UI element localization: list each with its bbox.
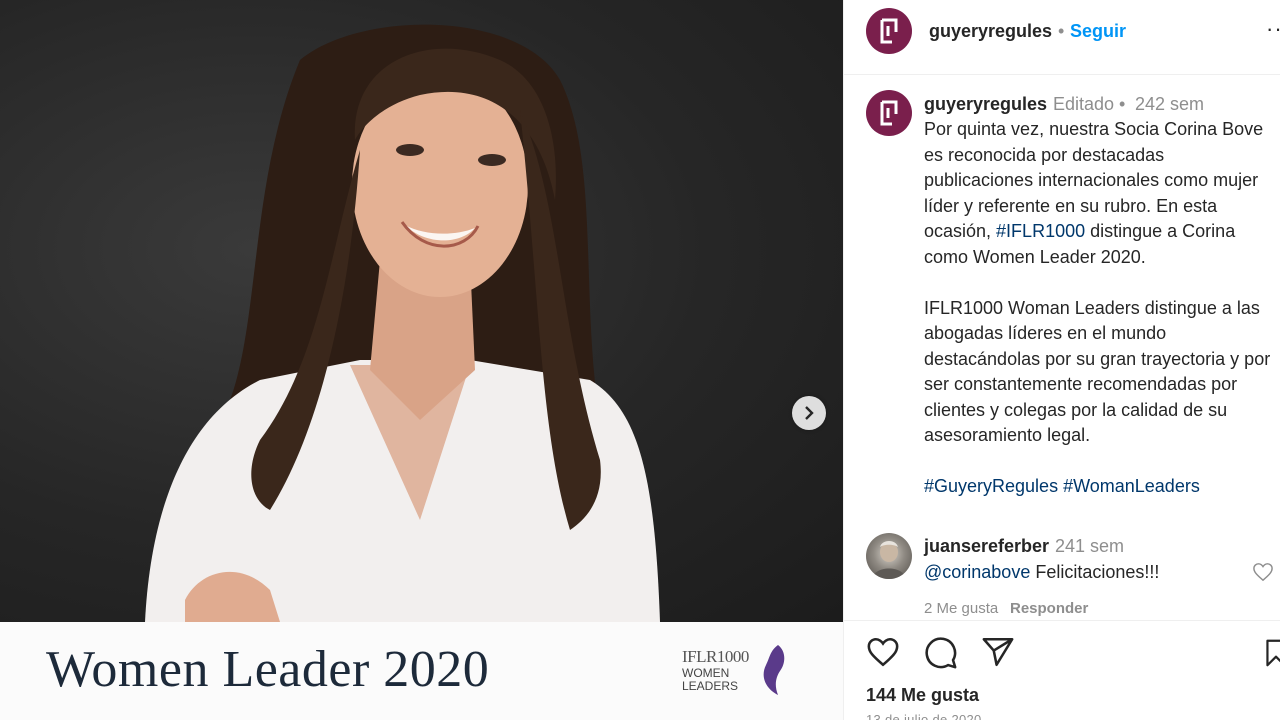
- post-photo: [0, 0, 843, 622]
- comment-username[interactable]: juansereferber: [924, 536, 1049, 557]
- edited-label: Editado •: [1053, 94, 1126, 114]
- person-photo: [872, 541, 906, 579]
- reply-button[interactable]: Responder: [1010, 600, 1088, 617]
- post-header: guyeryregules • Seguir ···: [844, 0, 1280, 75]
- caption-avatar[interactable]: [866, 90, 912, 136]
- save-bookmark-icon[interactable]: [1265, 636, 1280, 670]
- post-likes-count[interactable]: 144 Me gusta: [866, 685, 979, 706]
- header-username[interactable]: guyeryregules: [929, 21, 1052, 42]
- hashtag-link[interactable]: #IFLR1000: [996, 221, 1085, 241]
- post-date: 13 de julio de 2020: [866, 712, 982, 720]
- portrait-illustration: [145, 24, 660, 622]
- post-side-panel: guyeryregules • Seguir ··· guyeryregules…: [843, 0, 1280, 720]
- caption-text: Por quinta vez, nuestra Socia Corina Bov…: [924, 117, 1272, 525]
- more-options-icon[interactable]: ···: [1266, 16, 1280, 42]
- iflr-women-leaders-logo: IFLR1000 WOMEN LEADERS: [682, 643, 792, 699]
- share-send-icon[interactable]: [981, 636, 1015, 668]
- comment-text: @corinabove Felicitaciones!!!: [924, 562, 1159, 583]
- like-heart-icon[interactable]: [866, 636, 900, 668]
- banner-title: Women Leader 2020: [46, 641, 490, 698]
- comment-message: Felicitaciones!!!: [1030, 562, 1160, 582]
- comment-bubble-icon[interactable]: [924, 636, 958, 670]
- chevron-right-icon: [805, 406, 814, 420]
- next-image-button[interactable]: [792, 396, 826, 430]
- header-separator: •: [1058, 21, 1065, 41]
- logo-text: IFLR1000: [682, 647, 749, 666]
- caption-hashtags[interactable]: #GuyeryRegules #WomanLeaders: [924, 474, 1272, 500]
- caption-timestamp[interactable]: 242 sem: [1135, 94, 1204, 115]
- caption-paragraph-2: IFLR1000 Woman Leaders distingue a las a…: [924, 297, 1271, 446]
- post-actions-bar: 144 Me gusta 13 de julio de 2020: [844, 620, 1280, 720]
- post-media[interactable]: Women Leader 2020 IFLR1000 WOMEN LEADERS: [0, 0, 843, 720]
- profile-avatar[interactable]: [866, 8, 912, 54]
- woman-silhouette-icon: [763, 645, 785, 695]
- brand-logo-icon: [880, 18, 898, 44]
- mention-link[interactable]: @corinabove: [924, 562, 1030, 582]
- comment-timestamp[interactable]: 241 sem: [1055, 536, 1124, 557]
- follow-button[interactable]: Seguir: [1070, 21, 1126, 42]
- comment-heart-icon[interactable]: [1252, 562, 1274, 582]
- logo-sub-leaders: LEADERS: [682, 679, 739, 693]
- brand-logo-icon: [880, 100, 898, 126]
- caption-username[interactable]: guyeryregules: [924, 94, 1047, 115]
- commenter-avatar[interactable]: [866, 533, 912, 579]
- comment-likes[interactable]: 2 Me gusta: [924, 600, 998, 617]
- caption-paragraph-1: Por quinta vez, nuestra Socia Corina Bov…: [924, 117, 1272, 270]
